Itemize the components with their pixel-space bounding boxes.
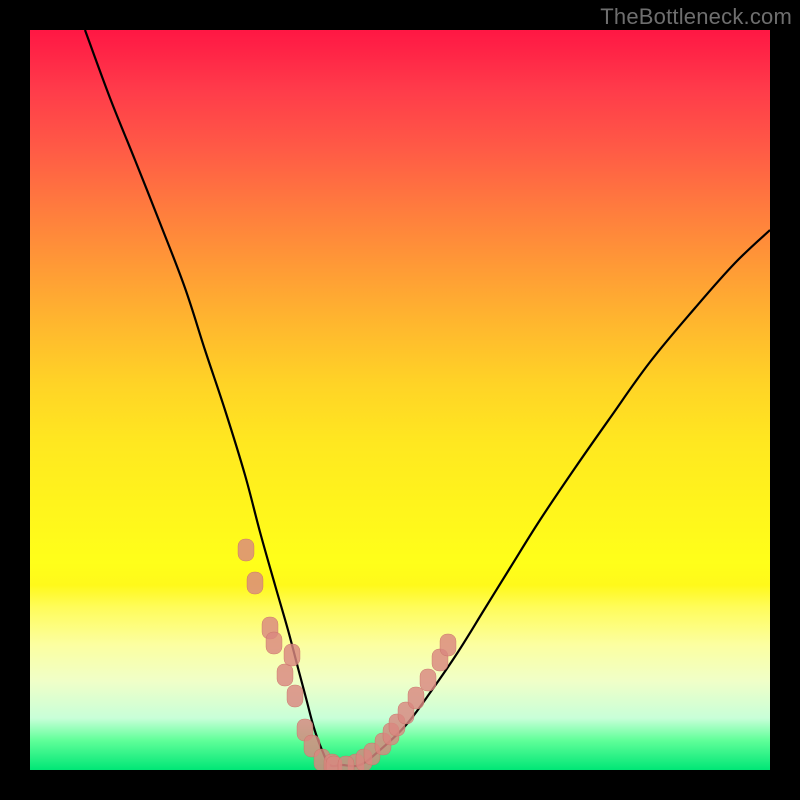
data-marker [408,687,424,709]
chart-frame: TheBottleneck.com [0,0,800,800]
curve-layer [30,30,770,770]
data-marker [277,664,293,686]
data-marker [287,685,303,707]
data-marker [266,632,282,654]
plot-area [30,30,770,770]
watermark-text: TheBottleneck.com [600,4,792,30]
data-marker [247,572,263,594]
data-marker [440,634,456,656]
bottleneck-curve [85,30,770,766]
data-marker [284,644,300,666]
data-marker [420,669,436,691]
data-marker [338,756,354,770]
data-marker [238,539,254,561]
